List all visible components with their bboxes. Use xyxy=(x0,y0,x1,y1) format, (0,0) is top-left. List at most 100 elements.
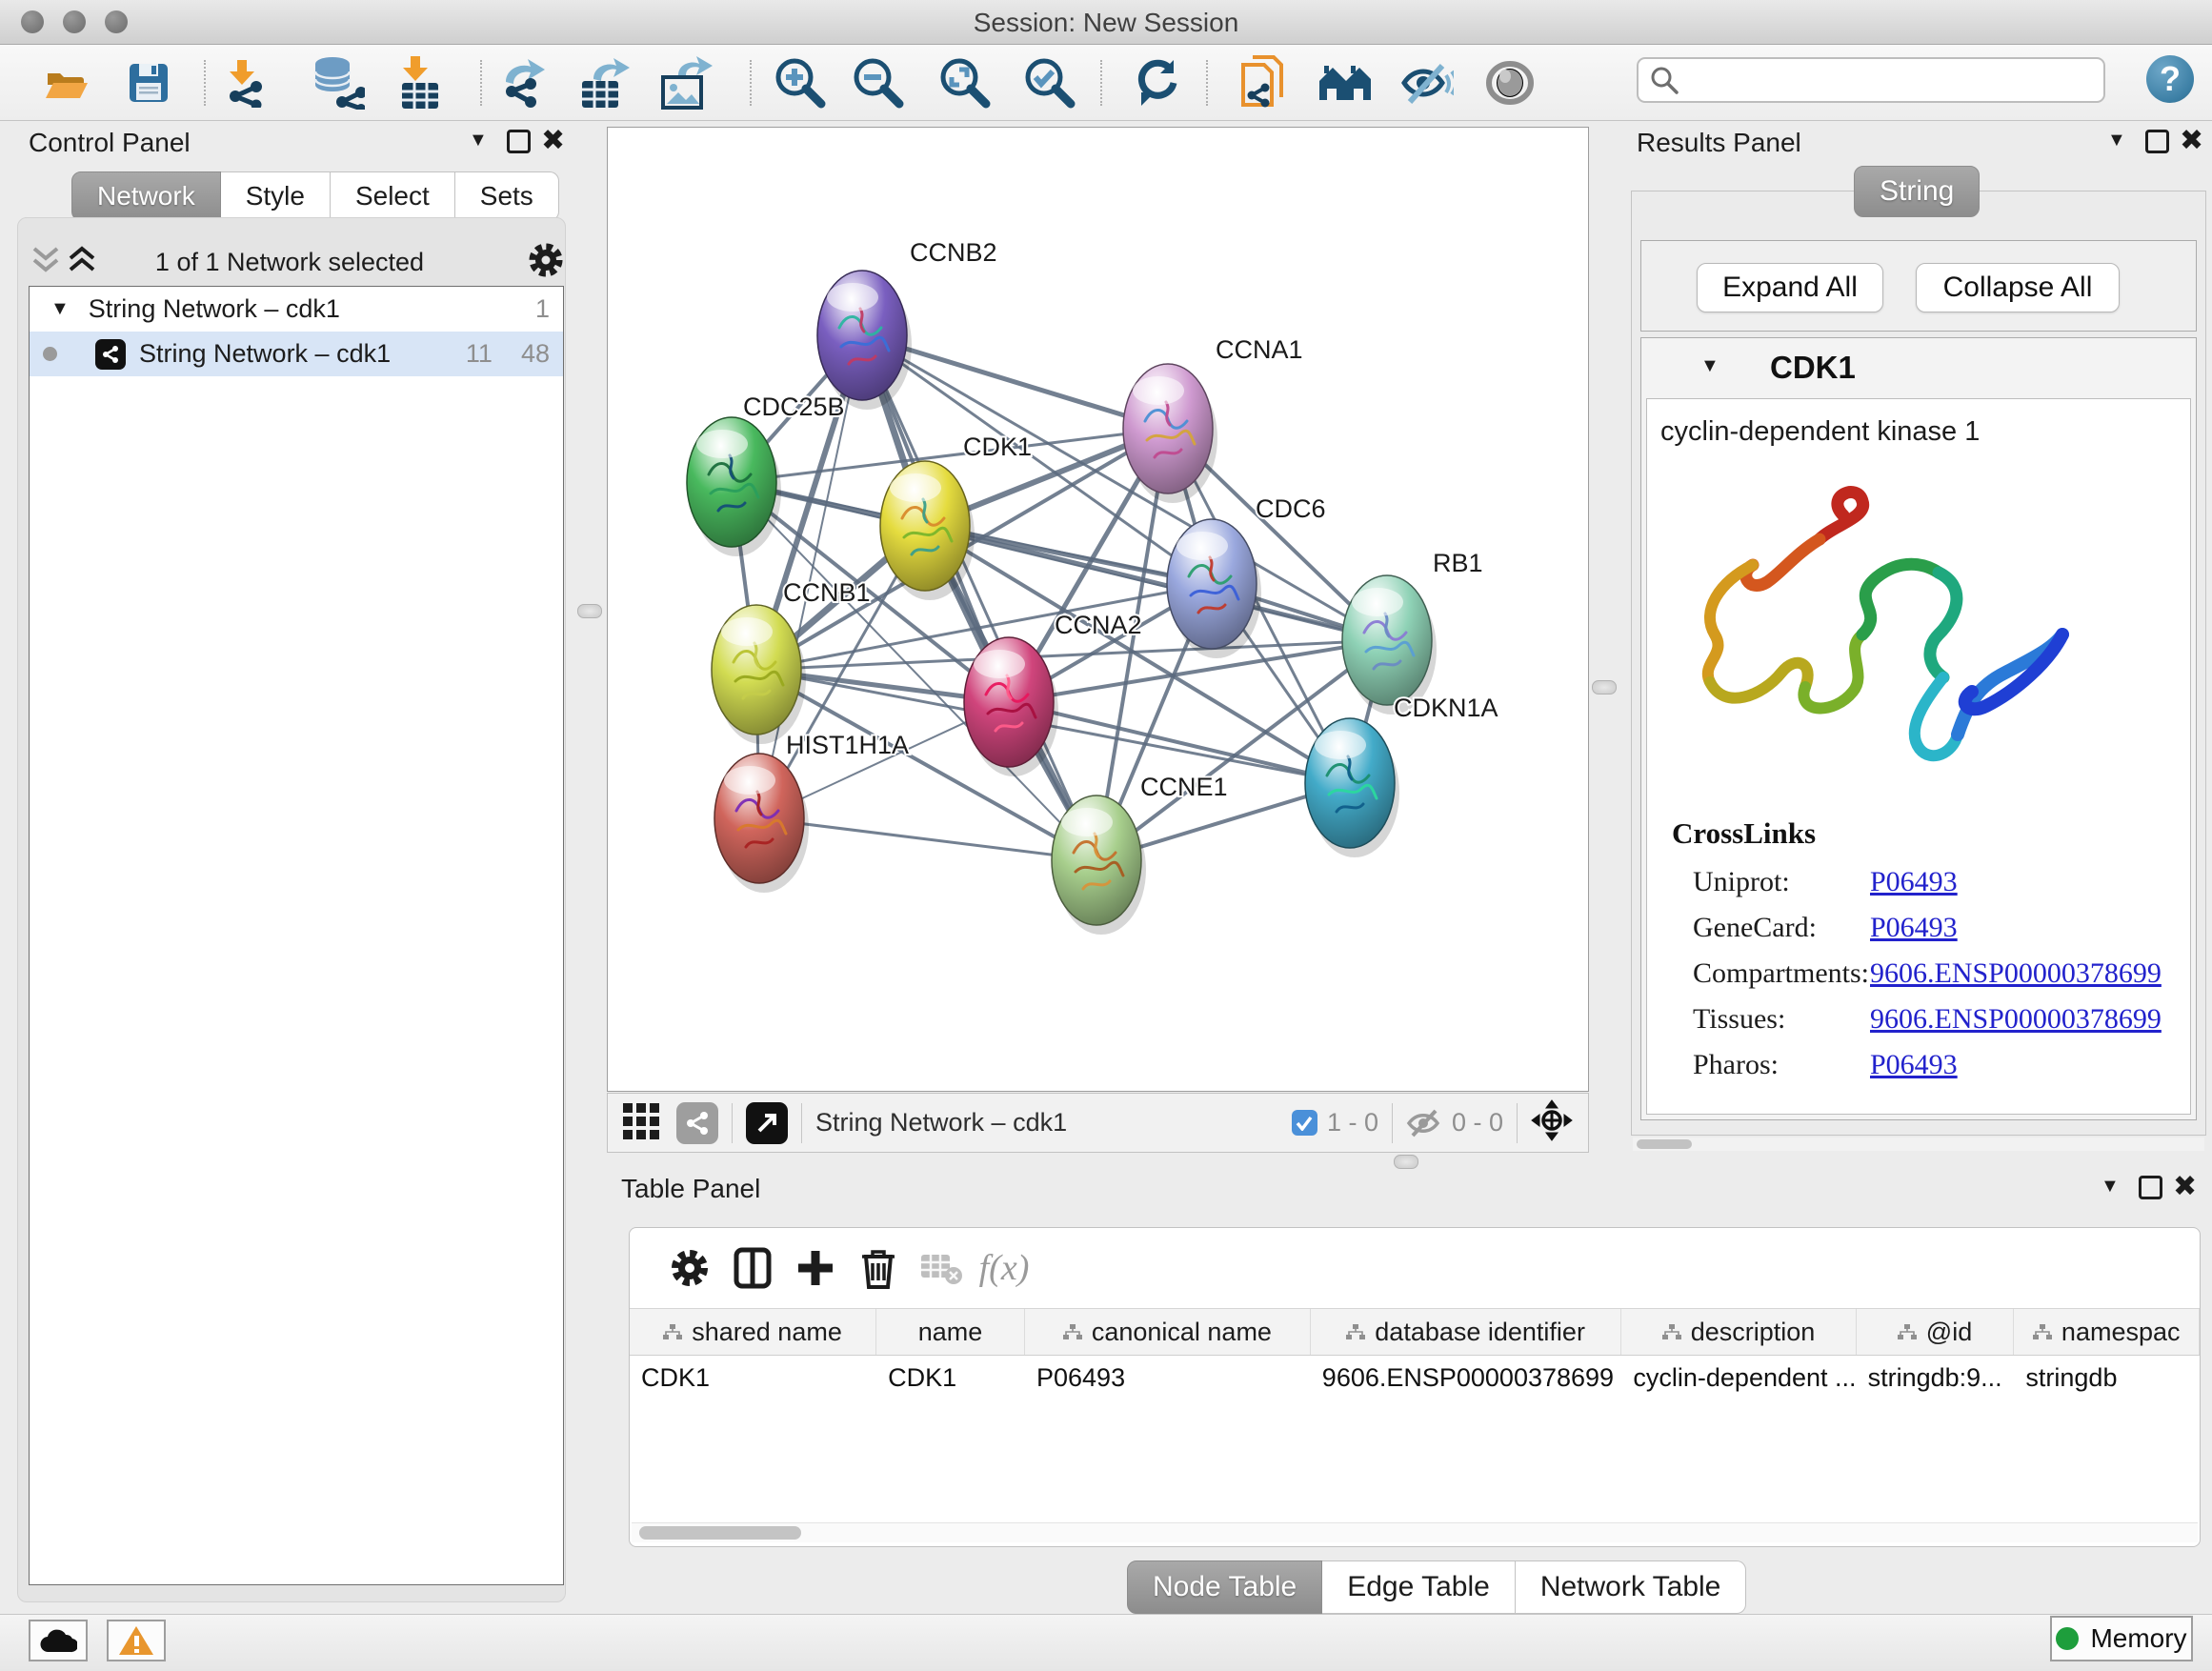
network-node-RB1[interactable]: RB1 xyxy=(1342,549,1483,715)
tab-node-table[interactable]: Node Table xyxy=(1127,1560,1322,1614)
export-image-icon[interactable] xyxy=(660,56,714,110)
column-header-name[interactable]: name xyxy=(876,1309,1025,1355)
show-columns-icon[interactable] xyxy=(721,1247,784,1289)
tab-network[interactable]: Network xyxy=(71,171,221,221)
tab-network-table[interactable]: Network Table xyxy=(1516,1560,1747,1614)
network-node-CCNE1[interactable]: CCNE1 xyxy=(1052,773,1228,935)
column-header-description[interactable]: description xyxy=(1621,1309,1856,1355)
network-options-gear-icon[interactable] xyxy=(528,242,564,283)
results-panel-maximize-icon[interactable] xyxy=(2145,130,2169,153)
import-table-icon[interactable] xyxy=(393,56,447,110)
control-panel-maximize-icon[interactable] xyxy=(507,130,531,153)
network-view-icon[interactable] xyxy=(676,1102,718,1144)
network-canvas[interactable]: CCNB2CCNA1CDC25BCDK1CDC6RB1CCNB1CCNA2CDK… xyxy=(607,127,1589,1092)
crosslink-link[interactable]: P06493 xyxy=(1870,864,1958,900)
save-session-icon[interactable] xyxy=(122,56,175,110)
zoom-fit-icon[interactable] xyxy=(938,56,992,110)
table-cell[interactable]: CDK1 xyxy=(876,1356,1025,1399)
table-cell[interactable]: stringdb:9... xyxy=(1857,1356,2015,1399)
network-node-HIST1H1A[interactable]: HIST1H1A xyxy=(714,731,909,893)
table-row[interactable]: CDK1CDK1P064939606.ENSP00000378699cyclin… xyxy=(630,1356,2200,1399)
network-edge[interactable] xyxy=(1009,702,1350,783)
protein-section-expander-icon[interactable]: ▼ xyxy=(1700,355,1719,377)
import-network-file-icon[interactable] xyxy=(220,56,273,110)
tab-select[interactable]: Select xyxy=(331,171,455,221)
open-session-icon[interactable] xyxy=(40,56,93,110)
selected-nodes-checkbox[interactable] xyxy=(1292,1110,1317,1136)
results-hscroll-thumb[interactable] xyxy=(1637,1139,1692,1149)
table-cell[interactable]: 9606.ENSP00000378699 xyxy=(1311,1356,1622,1399)
export-network-icon[interactable] xyxy=(498,56,552,110)
function-builder-button[interactable]: f(x) xyxy=(973,1247,1036,1289)
zoom-out-icon[interactable] xyxy=(852,56,905,110)
protein-name: CDK1 xyxy=(1770,350,1856,386)
control-panel-close-icon[interactable]: ✖ xyxy=(541,131,565,151)
crosslink-link[interactable]: P06493 xyxy=(1870,910,1958,946)
crosslink-link[interactable]: 9606.ENSP00000378699 xyxy=(1870,1001,2162,1037)
control-panel-float-icon[interactable]: ▼ xyxy=(469,130,488,151)
crosslink-label: Tissues: xyxy=(1693,1001,1870,1037)
delete-column-icon[interactable] xyxy=(847,1247,910,1289)
add-column-icon[interactable] xyxy=(784,1249,847,1287)
results-panel-close-icon[interactable]: ✖ xyxy=(2180,131,2203,151)
table-cell[interactable]: CDK1 xyxy=(630,1356,876,1399)
import-network-database-icon[interactable] xyxy=(312,56,365,110)
cloud-status-button[interactable] xyxy=(29,1620,88,1661)
tab-style[interactable]: Style xyxy=(221,171,331,221)
crosslink-link[interactable]: P06493 xyxy=(1870,1047,1958,1083)
delete-table-icon[interactable] xyxy=(910,1251,973,1285)
left-splitter-grip[interactable] xyxy=(577,604,602,618)
results-hscrollbar[interactable] xyxy=(1633,1137,2204,1151)
table-cell[interactable]: stringdb xyxy=(2014,1356,2200,1399)
network-node-CDKN1A[interactable]: CDKN1A xyxy=(1305,694,1498,857)
hide-selected-icon[interactable] xyxy=(1400,56,1454,110)
table-cell[interactable]: cyclin-dependent ... xyxy=(1621,1356,1856,1399)
column-header-shared-name[interactable]: shared name xyxy=(630,1309,876,1355)
table-cell[interactable]: P06493 xyxy=(1025,1356,1311,1399)
grid-view-icon[interactable] xyxy=(621,1099,663,1146)
network-node-CCNA1[interactable]: CCNA1 xyxy=(1123,335,1303,503)
tab-string[interactable]: String xyxy=(1854,166,1980,217)
network-edge[interactable] xyxy=(759,818,1096,860)
table-panel-maximize-icon[interactable] xyxy=(2139,1176,2162,1199)
network-tree-child-row[interactable]: String Network – cdk1 11 48 xyxy=(30,332,563,376)
tab-sets[interactable]: Sets xyxy=(455,171,559,221)
zoom-in-icon[interactable] xyxy=(774,56,827,110)
bottom-splitter-grip[interactable] xyxy=(1394,1155,1418,1169)
help-button[interactable]: ? xyxy=(2146,55,2194,103)
search-field[interactable] xyxy=(1637,57,2105,103)
collapse-all-button[interactable]: Collapse All xyxy=(1916,263,2120,312)
warning-status-button[interactable] xyxy=(107,1620,166,1661)
table-hscrollbar[interactable] xyxy=(632,1522,2198,1542)
tab-edge-table[interactable]: Edge Table xyxy=(1322,1560,1516,1614)
apply-layout-icon[interactable] xyxy=(1131,56,1184,110)
table-panel-float-icon[interactable]: ▼ xyxy=(2101,1176,2120,1198)
detach-view-icon[interactable] xyxy=(746,1102,788,1144)
zoom-selected-icon[interactable] xyxy=(1023,56,1076,110)
crosslink-link[interactable]: 9606.ENSP00000378699 xyxy=(1870,956,2162,992)
table-settings-gear-icon[interactable] xyxy=(658,1248,721,1288)
birdseye-navigator-icon[interactable] xyxy=(1531,1099,1573,1146)
results-panel-float-icon[interactable]: ▼ xyxy=(2107,130,2126,151)
column-header-canonical-name[interactable]: canonical name xyxy=(1025,1309,1311,1355)
network-from-selection-icon[interactable] xyxy=(1237,56,1290,110)
network-node-CCNB2[interactable]: CCNB2 xyxy=(817,238,997,410)
column-header-label: shared name xyxy=(692,1318,842,1347)
column-header-database-identifier[interactable]: database identifier xyxy=(1311,1309,1622,1355)
tree-expander-icon[interactable]: ▼ xyxy=(50,298,70,320)
network-node-CDC6[interactable]: CDC6 xyxy=(1167,494,1326,658)
right-splitter-grip[interactable] xyxy=(1592,680,1617,695)
export-table-icon[interactable] xyxy=(578,56,632,110)
eye-orb-icon[interactable] xyxy=(1483,56,1537,110)
hierarchy-icon xyxy=(2033,1324,2052,1339)
table-hscroll-thumb[interactable] xyxy=(639,1526,801,1540)
expand-all-button[interactable]: Expand All xyxy=(1697,263,1883,312)
network-tree-root-row[interactable]: ▼ String Network – cdk1 1 xyxy=(30,287,563,332)
table-panel-close-icon[interactable]: ✖ xyxy=(2173,1178,2197,1197)
houses-icon[interactable] xyxy=(1317,56,1371,110)
column-header-namespac[interactable]: namespac xyxy=(2014,1309,2200,1355)
column-header--id[interactable]: @id xyxy=(1857,1309,2015,1355)
network-edge[interactable] xyxy=(862,335,1096,860)
network-graph[interactable]: CCNB2CCNA1CDC25BCDK1CDC6RB1CCNB1CCNA2CDK… xyxy=(608,128,1588,1091)
memory-button[interactable]: Memory xyxy=(2050,1616,2193,1661)
